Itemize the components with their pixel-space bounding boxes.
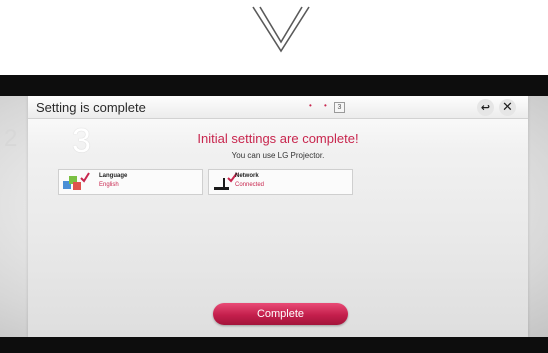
language-value: English (99, 182, 119, 188)
network-value: Connected (235, 182, 265, 188)
panel-header: Setting is complete • • 3 ↩ ✕ (28, 96, 528, 119)
close-icon: ✕ (502, 100, 513, 115)
language-label: Language (99, 173, 128, 179)
screen-frame-bottom (0, 337, 548, 353)
language-summary-card[interactable]: Language English (58, 169, 203, 195)
complete-button[interactable]: Complete (213, 303, 348, 325)
network-summary-card[interactable]: Network Connected (208, 169, 353, 195)
step-indicator-dots: • • (309, 101, 332, 110)
page-title: Setting is complete (36, 100, 146, 115)
network-label: Network (235, 173, 259, 179)
language-icon (63, 172, 90, 190)
setup-panel: Setting is complete • • 3 ↩ ✕ 3 Initial … (28, 96, 528, 337)
completion-heading: Initial settings are complete! (197, 131, 359, 146)
completion-subheading: You can use LG Projector. (231, 151, 325, 160)
back-button[interactable]: ↩ (477, 99, 494, 116)
projector-screen: Setting is complete • • 3 ↩ ✕ 3 Initial … (0, 96, 548, 337)
chevron-down-icon (252, 6, 310, 53)
previous-step-number: 2 (4, 125, 18, 152)
screen-frame-top (0, 75, 548, 96)
step-indicator-current: 3 (334, 102, 345, 113)
back-icon: ↩ (480, 101, 491, 114)
close-button[interactable]: ✕ (499, 99, 516, 116)
